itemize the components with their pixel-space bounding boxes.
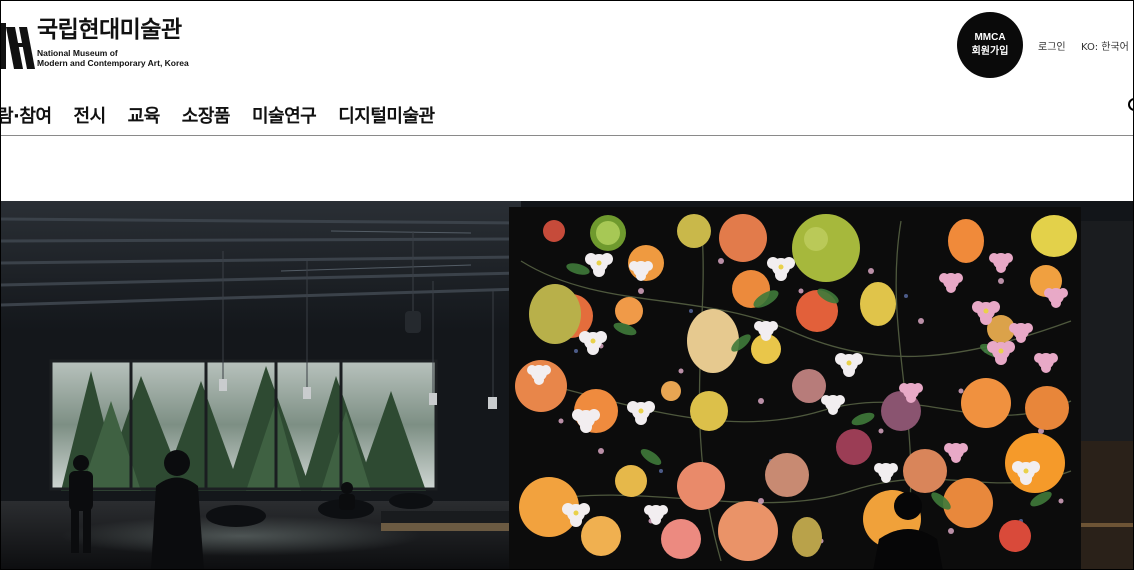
member-signup-button[interactable]: MMCA 회원가입 xyxy=(957,12,1023,78)
nav-item-research[interactable]: 미술연구 xyxy=(252,102,317,128)
search-icon[interactable] xyxy=(1128,98,1133,111)
nav-item-digital-museum[interactable]: 디지털미술관 xyxy=(338,102,435,128)
logo-english-name-line1: National Museum of xyxy=(37,48,118,58)
mmca-logo-icon xyxy=(1,13,35,73)
logo-korean-name: 국립현대미술관 xyxy=(37,17,182,43)
nav-item-education[interactable]: 교육 xyxy=(128,102,161,128)
hero-exhibition-photo xyxy=(1,201,1133,569)
language-selector[interactable]: KO: 한국어 xyxy=(1081,38,1129,53)
nav-item-participation[interactable]: 람·참여 xyxy=(1,102,52,128)
member-button-line2: 회원가입 xyxy=(971,46,1009,57)
member-button-line1: MMCA xyxy=(974,32,1006,43)
nav-item-exhibitions[interactable]: 전시 xyxy=(74,102,107,128)
nav-divider xyxy=(1,135,1133,136)
logo-english-name-line2: Modern and Contemporary Art, Korea xyxy=(37,58,189,68)
logo[interactable]: 국립현대미술관 National Museum of Modern and Co… xyxy=(1,13,189,73)
nav-item-collection[interactable]: 소장품 xyxy=(182,102,231,128)
login-link[interactable]: 로그인 xyxy=(1038,38,1066,53)
hero-banner[interactable] xyxy=(1,201,1133,569)
page-frame: 국립현대미술관 National Museum of Modern and Co… xyxy=(0,0,1134,570)
main-nav: 람·참여 전시 교육 소장품 미술연구 디지털미술관 xyxy=(1,101,457,129)
